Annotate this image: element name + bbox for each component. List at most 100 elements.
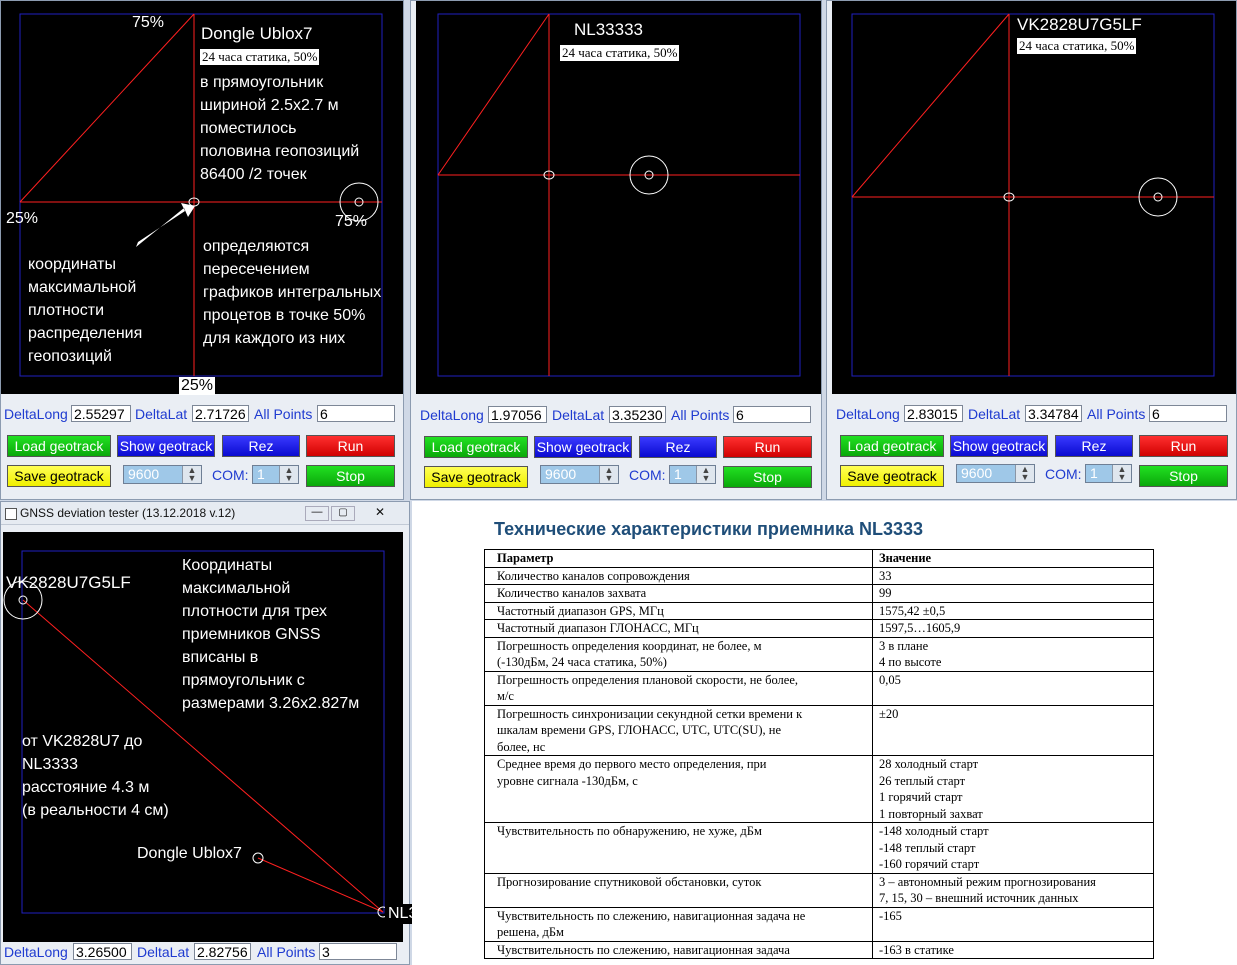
param-cell: Чувствительность по слежению, навигацион… [484, 940, 873, 959]
delta-long-field[interactable]: 1.97056 [488, 406, 547, 423]
delta-long-field[interactable]: 2.83015 [904, 405, 963, 422]
delta-long-field[interactable]: 3.26500 [73, 943, 132, 960]
all-points-field[interactable]: 6 [1149, 405, 1227, 422]
chevron-updown-icon[interactable]: ▲ ▼ [599, 466, 618, 483]
value-cell: 1575,42 ±0,5 [872, 601, 1154, 620]
delta-long-label: DeltaLong [420, 407, 484, 423]
run-button[interactable]: Run [723, 436, 812, 458]
load-geotrack-button[interactable]: Load geotrack [7, 435, 111, 457]
com-label: COM: [1045, 466, 1082, 482]
com-port-value: 1 [257, 466, 265, 482]
plot-canvas: VK2828U7G5LF 24 часа статика, 50% [832, 1, 1236, 394]
chevron-updown-icon[interactable]: ▲ ▼ [1015, 465, 1034, 482]
param-cell: Количество каналов сопровождения [484, 566, 873, 585]
value-cell: -163 в статике [872, 940, 1154, 959]
value-cell: ±20 [872, 704, 1154, 756]
all-points-field[interactable]: 6 [733, 406, 811, 423]
run-button[interactable]: Run [1139, 435, 1228, 457]
delta-lat-field[interactable]: 3.35230 [609, 406, 666, 423]
baud-rate-select[interactable]: 9600 ▲ ▼ [956, 464, 1035, 483]
annotation-rectangle: в прямоугольник шириной 2.5х2.7 м помест… [200, 74, 360, 183]
annotation-intersection: определяются пересечением графиков интег… [203, 238, 382, 347]
show-geotrack-button[interactable]: Show geotrack [950, 435, 1048, 457]
panel-title: Dongle Ublox7 [201, 24, 313, 43]
delta-lat-label: DeltaLat [137, 944, 190, 960]
value-cell: 99 [872, 584, 1154, 603]
window-vk2828u7g5lf: VK2828U7G5LF 24 часа статика, 50% DeltaL… [826, 0, 1237, 500]
window-title: GNSS deviation tester (13.12.2018 v.12) [20, 506, 236, 520]
maximize-icon[interactable]: ▢ [331, 506, 355, 521]
combined-plot-canvas: VK2828U7G5LF Координаты максимальной пло… [3, 532, 403, 942]
document-heading: Технические характеристики приемника NL3… [494, 519, 924, 539]
delta-lat-field[interactable]: 3.34784 [1025, 405, 1082, 422]
save-geotrack-button[interactable]: Save geotrack [7, 465, 111, 487]
save-geotrack-button[interactable]: Save geotrack [424, 466, 528, 488]
param-cell: Частотный диапазон ГЛОНАСС, МГц [484, 619, 873, 638]
rez-button[interactable]: Rez [639, 436, 717, 458]
param-cell: Погрешность синхронизации секундной сетк… [484, 704, 873, 756]
com-port-stepper[interactable]: 1 ▲ ▼ [1085, 464, 1132, 483]
panel-mode-label: 24 часа статика, 50% [560, 45, 680, 61]
baud-rate-select[interactable]: 9600 ▲ ▼ [123, 465, 202, 484]
stop-button[interactable]: Stop [306, 465, 395, 487]
panel-title: NL33333 [574, 20, 644, 39]
spec-table: Параметр Значение Количество каналов соп… [484, 549, 1154, 959]
table-row: Среднее время до первого место определен… [484, 755, 1154, 823]
com-port-stepper[interactable]: 1 ▲ ▼ [669, 465, 716, 484]
stop-button[interactable]: Stop [723, 466, 812, 488]
param-cell: Чувствительность по обнаружению, не хуже… [484, 822, 873, 874]
run-button[interactable]: Run [306, 435, 395, 457]
param-cell: Погрешность определения координат, не бо… [484, 636, 873, 672]
save-geotrack-button[interactable]: Save geotrack [840, 465, 944, 487]
all-points-field[interactable]: 3 [319, 943, 397, 960]
table-row: Частотный диапазон ГЛОНАСС, МГц 1597,5…16… [484, 619, 1154, 638]
table-row: Прогнозирование спутниковой обстановки, … [484, 872, 1154, 908]
show-geotrack-button[interactable]: Show geotrack [117, 435, 215, 457]
load-geotrack-button[interactable]: Load geotrack [424, 436, 528, 458]
com-port-stepper[interactable]: 1 ▲ ▼ [252, 465, 299, 484]
com-label: COM: [629, 467, 666, 483]
table-row: Чувствительность по слежению, навигацион… [484, 906, 1154, 942]
delta-lat-field[interactable]: 2.71726 [192, 405, 249, 422]
baud-rate-value: 9600 [545, 466, 577, 482]
baud-rate-value: 9600 [128, 466, 160, 482]
diagonal-cdf-line [19, 13, 195, 203]
value-cell: -165 [872, 906, 1154, 942]
stop-button[interactable]: Stop [1139, 465, 1228, 487]
dongle-label: Dongle Ublox7 [137, 845, 242, 862]
all-points-field[interactable]: 6 [317, 405, 395, 422]
annotation-distance: от VK2828U7 до NL3333 расстояние 4.3 м (… [22, 733, 169, 819]
panel-title: VK2828U7G5LF [1017, 15, 1142, 34]
table-row: Погрешность определения координат, не бо… [484, 636, 1154, 672]
table-row: Чувствительность по слежению, навигацион… [484, 940, 1154, 959]
all-points-label: All Points [1087, 406, 1146, 422]
rez-button[interactable]: Rez [1055, 435, 1133, 457]
chevron-updown-icon[interactable]: ▲ ▼ [182, 466, 201, 483]
chevron-updown-icon[interactable]: ▲ ▼ [1112, 465, 1131, 482]
chevron-updown-icon[interactable]: ▲ ▼ [696, 466, 715, 483]
value-cell: 3 в плане 4 по высоте [872, 636, 1154, 672]
show-geotrack-button[interactable]: Show geotrack [534, 436, 632, 458]
pct-top: 75% [132, 14, 165, 31]
rez-button[interactable]: Rez [222, 435, 300, 457]
table-row: Чувствительность по обнаружению, не хуже… [484, 822, 1154, 874]
vk-label: VK2828U7G5LF [6, 573, 131, 592]
load-geotrack-button[interactable]: Load geotrack [840, 435, 944, 457]
pct-bottom: 25% [179, 377, 216, 395]
baud-rate-select[interactable]: 9600 ▲ ▼ [540, 465, 619, 484]
chevron-updown-icon[interactable]: ▲ ▼ [279, 466, 298, 483]
pct-right: 75% [335, 213, 368, 230]
close-icon[interactable]: ✕ [363, 506, 397, 519]
window-titlebar[interactable]: GNSS deviation tester (13.12.2018 v.12) … [1, 502, 409, 525]
value-cell: 0,05 [872, 670, 1154, 706]
minimize-icon[interactable]: — [305, 506, 329, 521]
delta-lat-field[interactable]: 2.82756 [194, 943, 251, 960]
value-cell: 28 холодный старт 26 теплый старт 1 горя… [872, 755, 1154, 823]
dongle-to-nl-line [257, 857, 384, 913]
value-cell: 3 – автономный режим прогнозирования 7, … [872, 872, 1154, 908]
panel-mode-label: 24 часа статика, 50% [200, 49, 320, 65]
table-row: Количество каналов сопровождения 33 [484, 566, 1154, 585]
delta-long-field[interactable]: 2.55297 [71, 405, 131, 422]
annotation-three-receivers: Координаты максимальной плотности для тр… [182, 557, 360, 712]
plot-frame [437, 13, 801, 377]
